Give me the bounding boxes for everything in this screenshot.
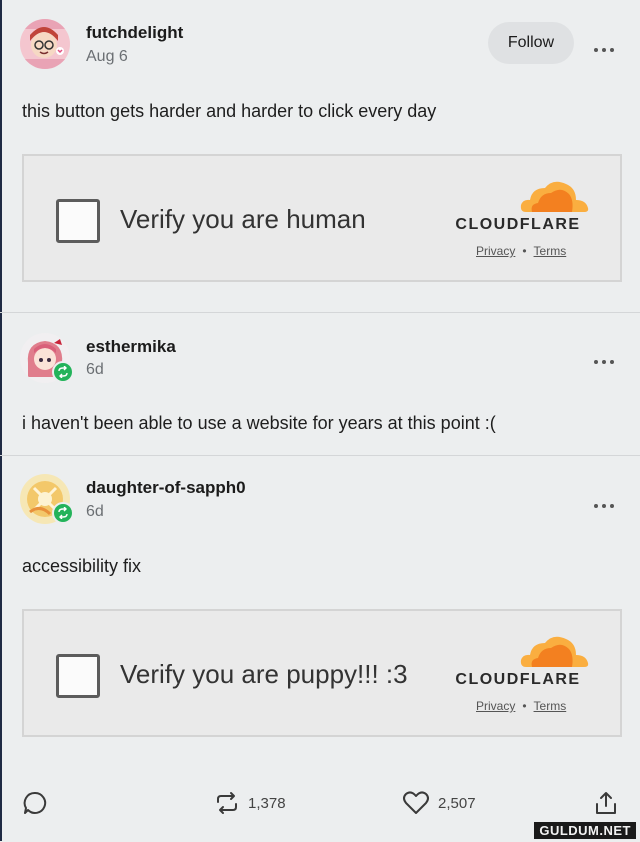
heart-icon (403, 791, 429, 814)
username[interactable]: daughter-of-sapph0 (86, 478, 246, 498)
captcha-widget: Verify you are human CLOUDFLARE Privacy •… (22, 154, 622, 282)
post-text: this button gets harder and harder to cl… (22, 101, 437, 121)
terms-link[interactable]: Terms (534, 699, 567, 713)
reblog-icon (217, 792, 237, 814)
post-action-bar: 1,378 2,507 (0, 790, 640, 818)
privacy-link[interactable]: Privacy (476, 699, 515, 713)
captcha-checkbox[interactable] (56, 654, 100, 698)
like-button[interactable]: 2,507 (402, 790, 476, 816)
avatar[interactable] (20, 19, 70, 69)
post-date: 6d (86, 503, 104, 520)
cloudflare-wordmark: CLOUDFLARE (455, 671, 581, 688)
comment-icon (23, 791, 47, 814)
post-date: 6d (86, 361, 104, 378)
reblog-badge-icon (52, 361, 74, 383)
privacy-link[interactable]: Privacy (476, 244, 515, 258)
cloudflare-cloud-icon (520, 181, 589, 212)
reblog-badge-icon (52, 502, 74, 524)
username[interactable]: esthermika (86, 337, 176, 357)
captcha-checkbox[interactable] (56, 199, 100, 243)
comment-button[interactable] (22, 790, 48, 816)
reblog-button[interactable]: 1,378 (214, 790, 286, 816)
captcha-label: Verify you are human (120, 204, 366, 234)
share-button[interactable] (594, 790, 618, 816)
post-futchdelight: futchdelight Aug 6 Follow this button ge… (0, 0, 640, 312)
captcha-label: Verify you are puppy!!! :3 (120, 659, 408, 689)
cloudflare-cloud-icon (520, 636, 589, 667)
username[interactable]: futchdelight (86, 23, 183, 43)
captcha-links: Privacy • Terms (476, 244, 566, 258)
watermark: GULDUM.NET (534, 822, 636, 839)
more-icon[interactable] (592, 351, 616, 364)
post-daughter-of-sapph0: daughter-of-sapph0 6d accessibility fix … (0, 455, 640, 842)
link-separator: • (522, 244, 527, 258)
cloudflare-wordmark: CLOUDFLARE (455, 216, 581, 233)
more-icon[interactable] (592, 495, 616, 508)
post-date: Aug 6 (86, 48, 128, 65)
post-text: i haven't been able to use a website for… (22, 413, 496, 433)
post-esthermika: esthermika 6d i haven't been able to use… (0, 312, 640, 456)
follow-button[interactable]: Follow (488, 22, 574, 64)
captcha-links: Privacy • Terms (476, 699, 566, 713)
reblog-count: 1,378 (248, 794, 286, 812)
link-separator: • (522, 699, 527, 713)
post-text: accessibility fix (22, 556, 142, 576)
share-icon (596, 792, 616, 814)
more-icon[interactable] (592, 39, 616, 52)
captcha-widget: Verify you are puppy!!! :3 CLOUDFLARE Pr… (22, 609, 622, 737)
like-count: 2,507 (438, 794, 476, 812)
terms-link[interactable]: Terms (534, 244, 567, 258)
